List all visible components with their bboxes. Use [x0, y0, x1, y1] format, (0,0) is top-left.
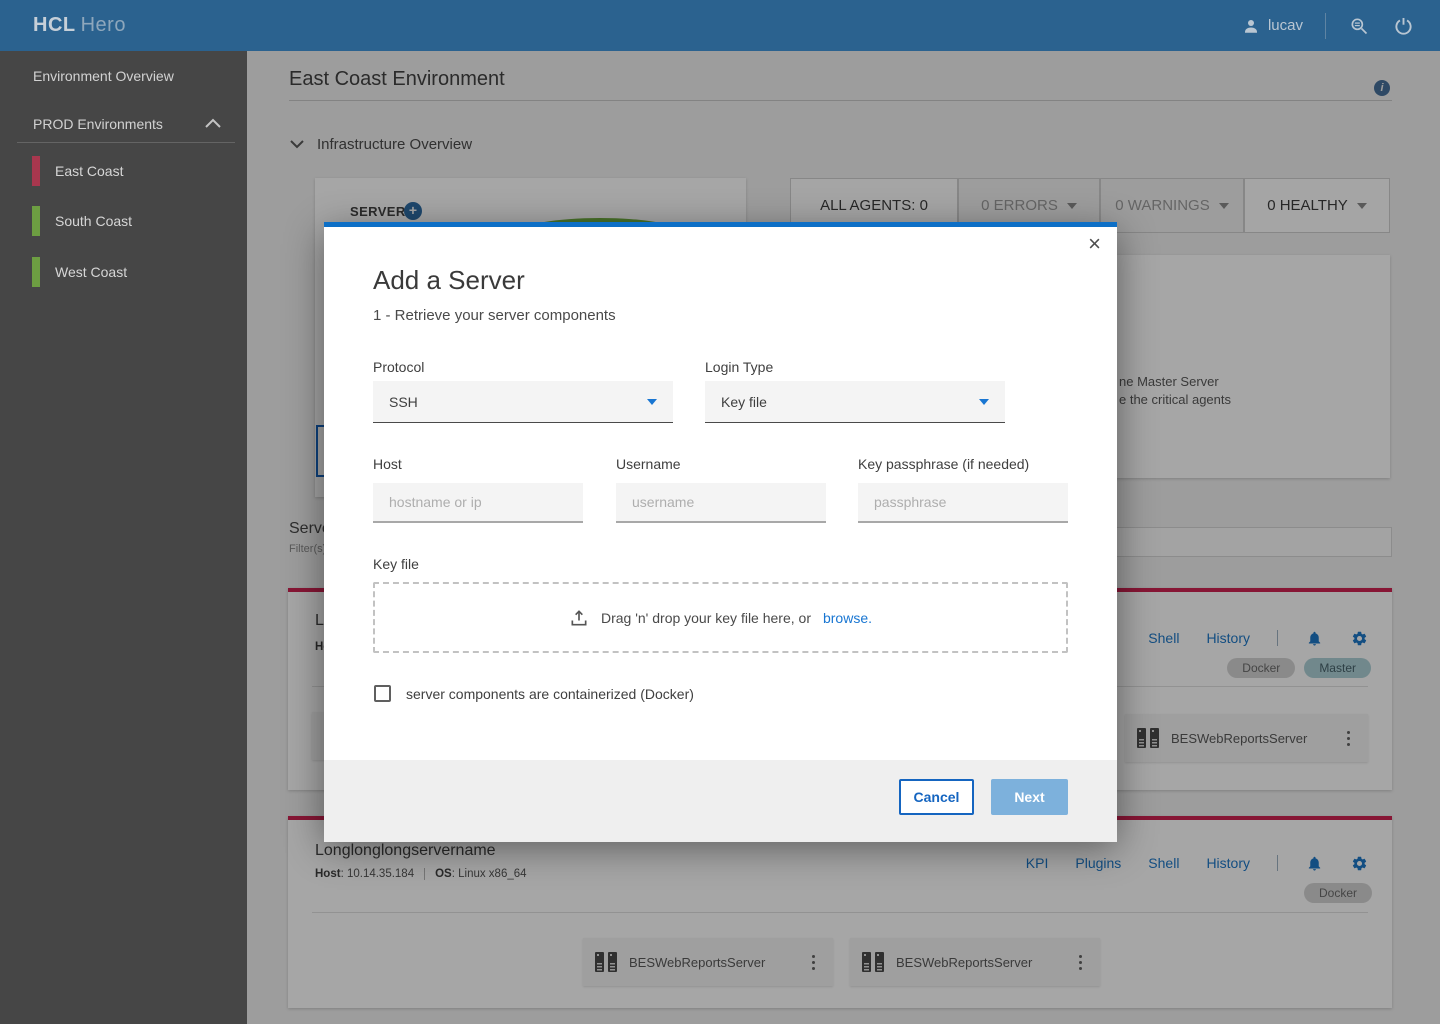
sidebar: Environment Overview PROD Environments E… — [0, 51, 247, 1024]
sidebar-item-environment-overview[interactable]: Environment Overview — [33, 68, 174, 84]
username: lucav — [1268, 17, 1303, 34]
modal-title: Add a Server — [373, 265, 525, 296]
docker-checkbox-label: server components are containerized (Doc… — [406, 686, 694, 702]
browse-link[interactable]: browse. — [823, 610, 872, 626]
env-status-bar — [32, 156, 40, 186]
key-file-dropzone[interactable]: Drag 'n' drop your key file here, or bro… — [373, 582, 1068, 653]
log-search-icon[interactable] — [1348, 15, 1370, 37]
docker-checkbox[interactable] — [374, 685, 391, 702]
modal-step: 1 - Retrieve your server components — [373, 307, 616, 324]
cancel-button[interactable]: Cancel — [899, 779, 974, 815]
sidebar-item-south-coast[interactable]: South Coast — [55, 213, 132, 229]
host-label: Host — [373, 456, 402, 472]
user-icon — [1242, 17, 1260, 35]
login-type-value: Key file — [721, 394, 767, 410]
next-button[interactable]: Next — [991, 779, 1068, 815]
close-icon[interactable]: × — [1088, 233, 1101, 255]
divider — [17, 142, 235, 143]
sidebar-item-west-coast[interactable]: West Coast — [55, 264, 127, 280]
protocol-value: SSH — [389, 394, 418, 410]
user-menu[interactable]: lucav — [1242, 17, 1303, 35]
protocol-select[interactable]: SSH — [373, 381, 673, 423]
app-logo: HCLHero — [33, 14, 126, 37]
login-type-select[interactable]: Key file — [705, 381, 1005, 423]
chevron-up-icon[interactable] — [205, 118, 221, 128]
sidebar-group-prod-environments[interactable]: PROD Environments — [33, 116, 163, 132]
passphrase-input[interactable] — [858, 483, 1068, 523]
chevron-down-icon — [647, 399, 657, 405]
dropzone-text: Drag 'n' drop your key file here, or — [601, 610, 811, 626]
divider — [1325, 13, 1326, 39]
protocol-label: Protocol — [373, 359, 424, 375]
power-icon[interactable] — [1392, 15, 1414, 37]
modal-footer: Cancel Next — [324, 760, 1117, 842]
login-type-label: Login Type — [705, 359, 773, 375]
username-input[interactable] — [616, 483, 826, 523]
passphrase-label: Key passphrase (if needed) — [858, 456, 1029, 472]
sidebar-item-east-coast[interactable]: East Coast — [55, 163, 123, 179]
logo-text-bold: HCL — [33, 14, 76, 36]
upload-icon — [569, 608, 589, 628]
key-file-label: Key file — [373, 556, 419, 572]
env-status-bar — [32, 206, 40, 236]
env-status-bar — [32, 257, 40, 287]
header-bar: HCLHero lucav — [0, 0, 1440, 51]
add-server-modal: × Add a Server 1 - Retrieve your server … — [324, 222, 1117, 837]
logo-text-light: Hero — [81, 14, 126, 36]
chevron-down-icon — [979, 399, 989, 405]
username-label: Username — [616, 456, 681, 472]
app-root: East Coast Environment i Infrastructure … — [0, 0, 1440, 1024]
host-input[interactable] — [373, 483, 583, 523]
